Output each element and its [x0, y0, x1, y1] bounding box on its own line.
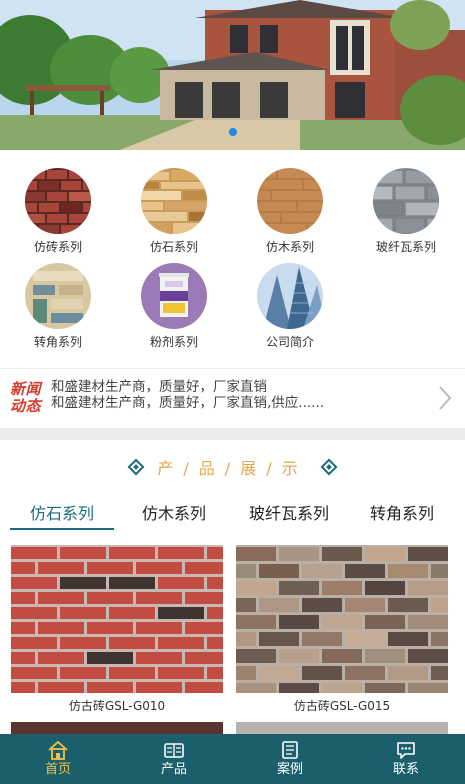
news-logo-line1: 新闻: [10, 380, 42, 398]
category-label: 粉剂系列: [149, 335, 198, 349]
category-label: 转角系列: [33, 335, 82, 349]
category-corner[interactable]: 转角系列: [8, 263, 108, 349]
product-card[interactable]: 仿古砖GSL-G010: [11, 545, 223, 714]
diamond-icon: [320, 458, 338, 476]
category-wood[interactable]: 仿木系列: [240, 168, 340, 254]
section-divider: [0, 428, 465, 440]
news-logo-line2: 动态: [10, 397, 42, 415]
carousel-dot[interactable]: [228, 128, 237, 136]
case-icon: [282, 741, 298, 759]
red-brick-icon: [25, 168, 91, 234]
nav-home[interactable]: 首页: [0, 734, 116, 784]
powder-bucket-icon: [141, 263, 207, 329]
product-image: [236, 545, 448, 693]
product-card-partial[interactable]: [11, 722, 223, 734]
nav-label: 产品: [160, 762, 187, 777]
home-icon: [48, 740, 68, 760]
stone-icon: [141, 168, 207, 234]
category-fiberglass-tile[interactable]: 玻纤瓦系列: [356, 168, 456, 254]
tab-wood[interactable]: 仿木系列: [126, 500, 222, 530]
news-text: 和盛建材生产商，质量好，厂家直销 和盛建材生产商，质量好，厂家直销,供应....…: [51, 379, 431, 411]
tab-stone[interactable]: 仿石系列: [10, 500, 114, 530]
category-label: 公司简介: [265, 335, 314, 349]
category-label: 仿石系列: [149, 240, 198, 254]
tab-corner[interactable]: 转角系列: [356, 500, 448, 530]
chevron-right-icon[interactable]: [437, 385, 453, 411]
nav-contact[interactable]: 联系: [348, 734, 464, 784]
hero-banner[interactable]: [0, 0, 465, 150]
category-powder[interactable]: 粉剂系列: [124, 263, 224, 349]
news-summary[interactable]: 和盛建材生产商，质量好，厂家直销,供应......: [51, 395, 431, 411]
category-brick[interactable]: 仿砖系列: [8, 168, 108, 254]
tab-fiberglass-tile[interactable]: 玻纤瓦系列: [238, 500, 340, 530]
news-logo: 新闻 动态: [10, 381, 46, 415]
wood-icon: [257, 168, 323, 234]
product-card[interactable]: 仿古砖GSL-G015: [236, 545, 448, 714]
nav-products[interactable]: 产品: [116, 734, 232, 784]
category-label: 仿木系列: [265, 240, 314, 254]
category-label: 玻纤瓦系列: [375, 240, 436, 254]
nav-label: 联系: [392, 762, 419, 777]
category-stone[interactable]: 仿石系列: [124, 168, 224, 254]
nav-label: 案例: [276, 762, 303, 777]
news-headline[interactable]: 和盛建材生产商，质量好，厂家直销: [51, 379, 431, 395]
product-icon: [164, 743, 184, 758]
bottom-nav: 首页 产品 案例 联系: [0, 734, 465, 784]
news-ticker[interactable]: 新闻 动态 和盛建材生产商，质量好，厂家直销 和盛建材生产商，质量好，厂家直销,…: [0, 368, 465, 426]
products-heading: 产/品/展/示: [0, 455, 465, 481]
product-image: [11, 545, 223, 693]
product-card-partial[interactable]: [236, 722, 448, 734]
product-caption: 仿古砖GSL-G010: [68, 699, 166, 713]
category-company-intro[interactable]: 公司简介: [240, 263, 340, 349]
building-icon: [257, 263, 323, 329]
grey-tile-icon: [373, 168, 439, 234]
product-caption: 仿古砖GSL-G015: [293, 699, 391, 713]
nav-cases[interactable]: 案例: [232, 734, 348, 784]
products-heading-title: 产/品/展/示: [157, 459, 308, 478]
nav-label: 首页: [44, 762, 71, 777]
category-label: 仿砖系列: [33, 240, 82, 254]
diamond-icon: [127, 458, 145, 476]
corner-icon: [25, 263, 91, 329]
chat-icon: [397, 742, 415, 759]
product-tabs: 仿石系列 仿木系列 玻纤瓦系列 转角系列: [0, 500, 465, 532]
